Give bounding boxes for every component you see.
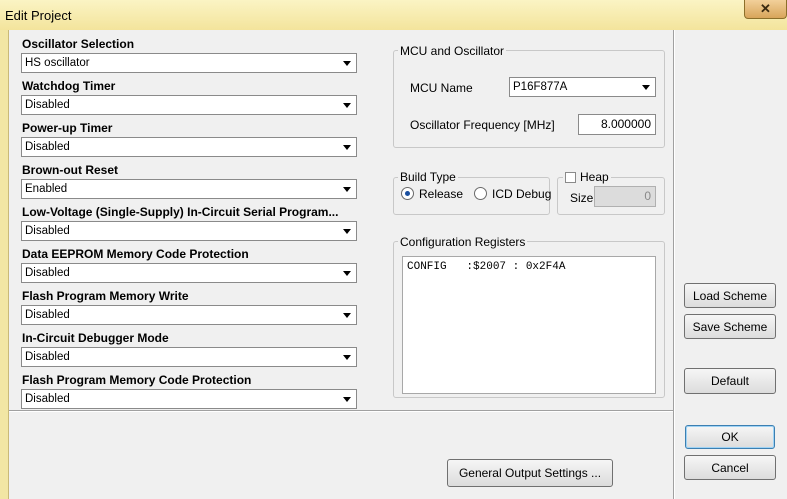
default-button[interactable]: Default: [684, 368, 776, 394]
powerup-select[interactable]: Disabled: [21, 137, 357, 157]
option-label-icd-mode: In-Circuit Debugger Mode: [22, 331, 169, 345]
flash-write-select[interactable]: Disabled: [21, 305, 357, 325]
option-label-lowvoltage: Low-Voltage (Single-Supply) In-Circuit S…: [22, 205, 339, 219]
heap-label: Heap: [580, 170, 609, 184]
window-title: Edit Project: [5, 8, 72, 23]
option-label-eeprom: Data EEPROM Memory Code Protection: [22, 247, 249, 261]
eeprom-select[interactable]: Disabled: [21, 263, 357, 283]
close-icon: ✕: [760, 1, 771, 16]
chevron-down-icon: [343, 313, 351, 318]
option-label-flash-protect: Flash Program Memory Code Protection: [22, 373, 252, 387]
dialog-body: Oscillator Selection HS oscillator Watch…: [8, 30, 787, 499]
load-scheme-button[interactable]: Load Scheme: [684, 283, 776, 308]
brownout-select[interactable]: Enabled: [21, 179, 357, 199]
option-label-brownout: Brown-out Reset: [22, 163, 118, 177]
release-label[interactable]: Release: [419, 187, 463, 201]
chevron-down-icon: [343, 229, 351, 234]
icd-debug-label[interactable]: ICD Debug: [492, 187, 551, 201]
right-divider: [673, 30, 675, 499]
mcu-group-title: MCU and Oscillator: [398, 44, 507, 58]
heap-checkbox[interactable]: [565, 171, 576, 183]
heap-size-label: Size: [570, 191, 594, 205]
lowvoltage-select[interactable]: Disabled: [21, 221, 357, 241]
option-label-oscillator: Oscillator Selection: [22, 37, 135, 51]
osc-freq-label: Oscillator Frequency [MHz]: [410, 118, 555, 132]
icd-debug-radio[interactable]: [474, 187, 487, 200]
general-output-settings-button[interactable]: General Output Settings ...: [447, 459, 613, 487]
chevron-down-icon: [642, 85, 650, 90]
heap-title[interactable]: Heap: [563, 170, 611, 184]
config-registers-text[interactable]: CONFIG :$2007 : 0x2F4A: [402, 256, 656, 394]
chevron-down-icon: [343, 397, 351, 402]
config-registers-title: Configuration Registers: [398, 235, 528, 249]
option-label-powerup: Power-up Timer: [22, 121, 113, 135]
mcu-name-select[interactable]: P16F877A: [509, 77, 656, 97]
watchdog-select[interactable]: Disabled: [21, 95, 357, 115]
close-button[interactable]: ✕: [744, 0, 787, 19]
flash-protect-select[interactable]: Disabled: [21, 389, 357, 409]
release-radio[interactable]: [401, 187, 414, 200]
build-type-title: Build Type: [398, 170, 458, 184]
mcu-name-label: MCU Name: [410, 81, 473, 95]
option-label-flash-write: Flash Program Memory Write: [22, 289, 189, 303]
option-label-watchdog: Watchdog Timer: [22, 79, 116, 93]
bottom-divider: [9, 410, 673, 412]
chevron-down-icon: [343, 355, 351, 360]
chevron-down-icon: [343, 61, 351, 66]
icd-mode-select[interactable]: Disabled: [21, 347, 357, 367]
osc-freq-input[interactable]: 8.000000: [578, 114, 656, 135]
chevron-down-icon: [343, 145, 351, 150]
heap-size-input[interactable]: 0: [594, 186, 656, 207]
title-bar[interactable]: Edit Project ✕: [0, 0, 787, 30]
chevron-down-icon: [343, 271, 351, 276]
chevron-down-icon: [343, 103, 351, 108]
save-scheme-button[interactable]: Save Scheme: [684, 314, 776, 339]
chevron-down-icon: [343, 187, 351, 192]
cancel-button[interactable]: Cancel: [684, 455, 776, 480]
oscillator-select[interactable]: HS oscillator: [21, 53, 357, 73]
ok-button[interactable]: OK: [685, 425, 775, 449]
